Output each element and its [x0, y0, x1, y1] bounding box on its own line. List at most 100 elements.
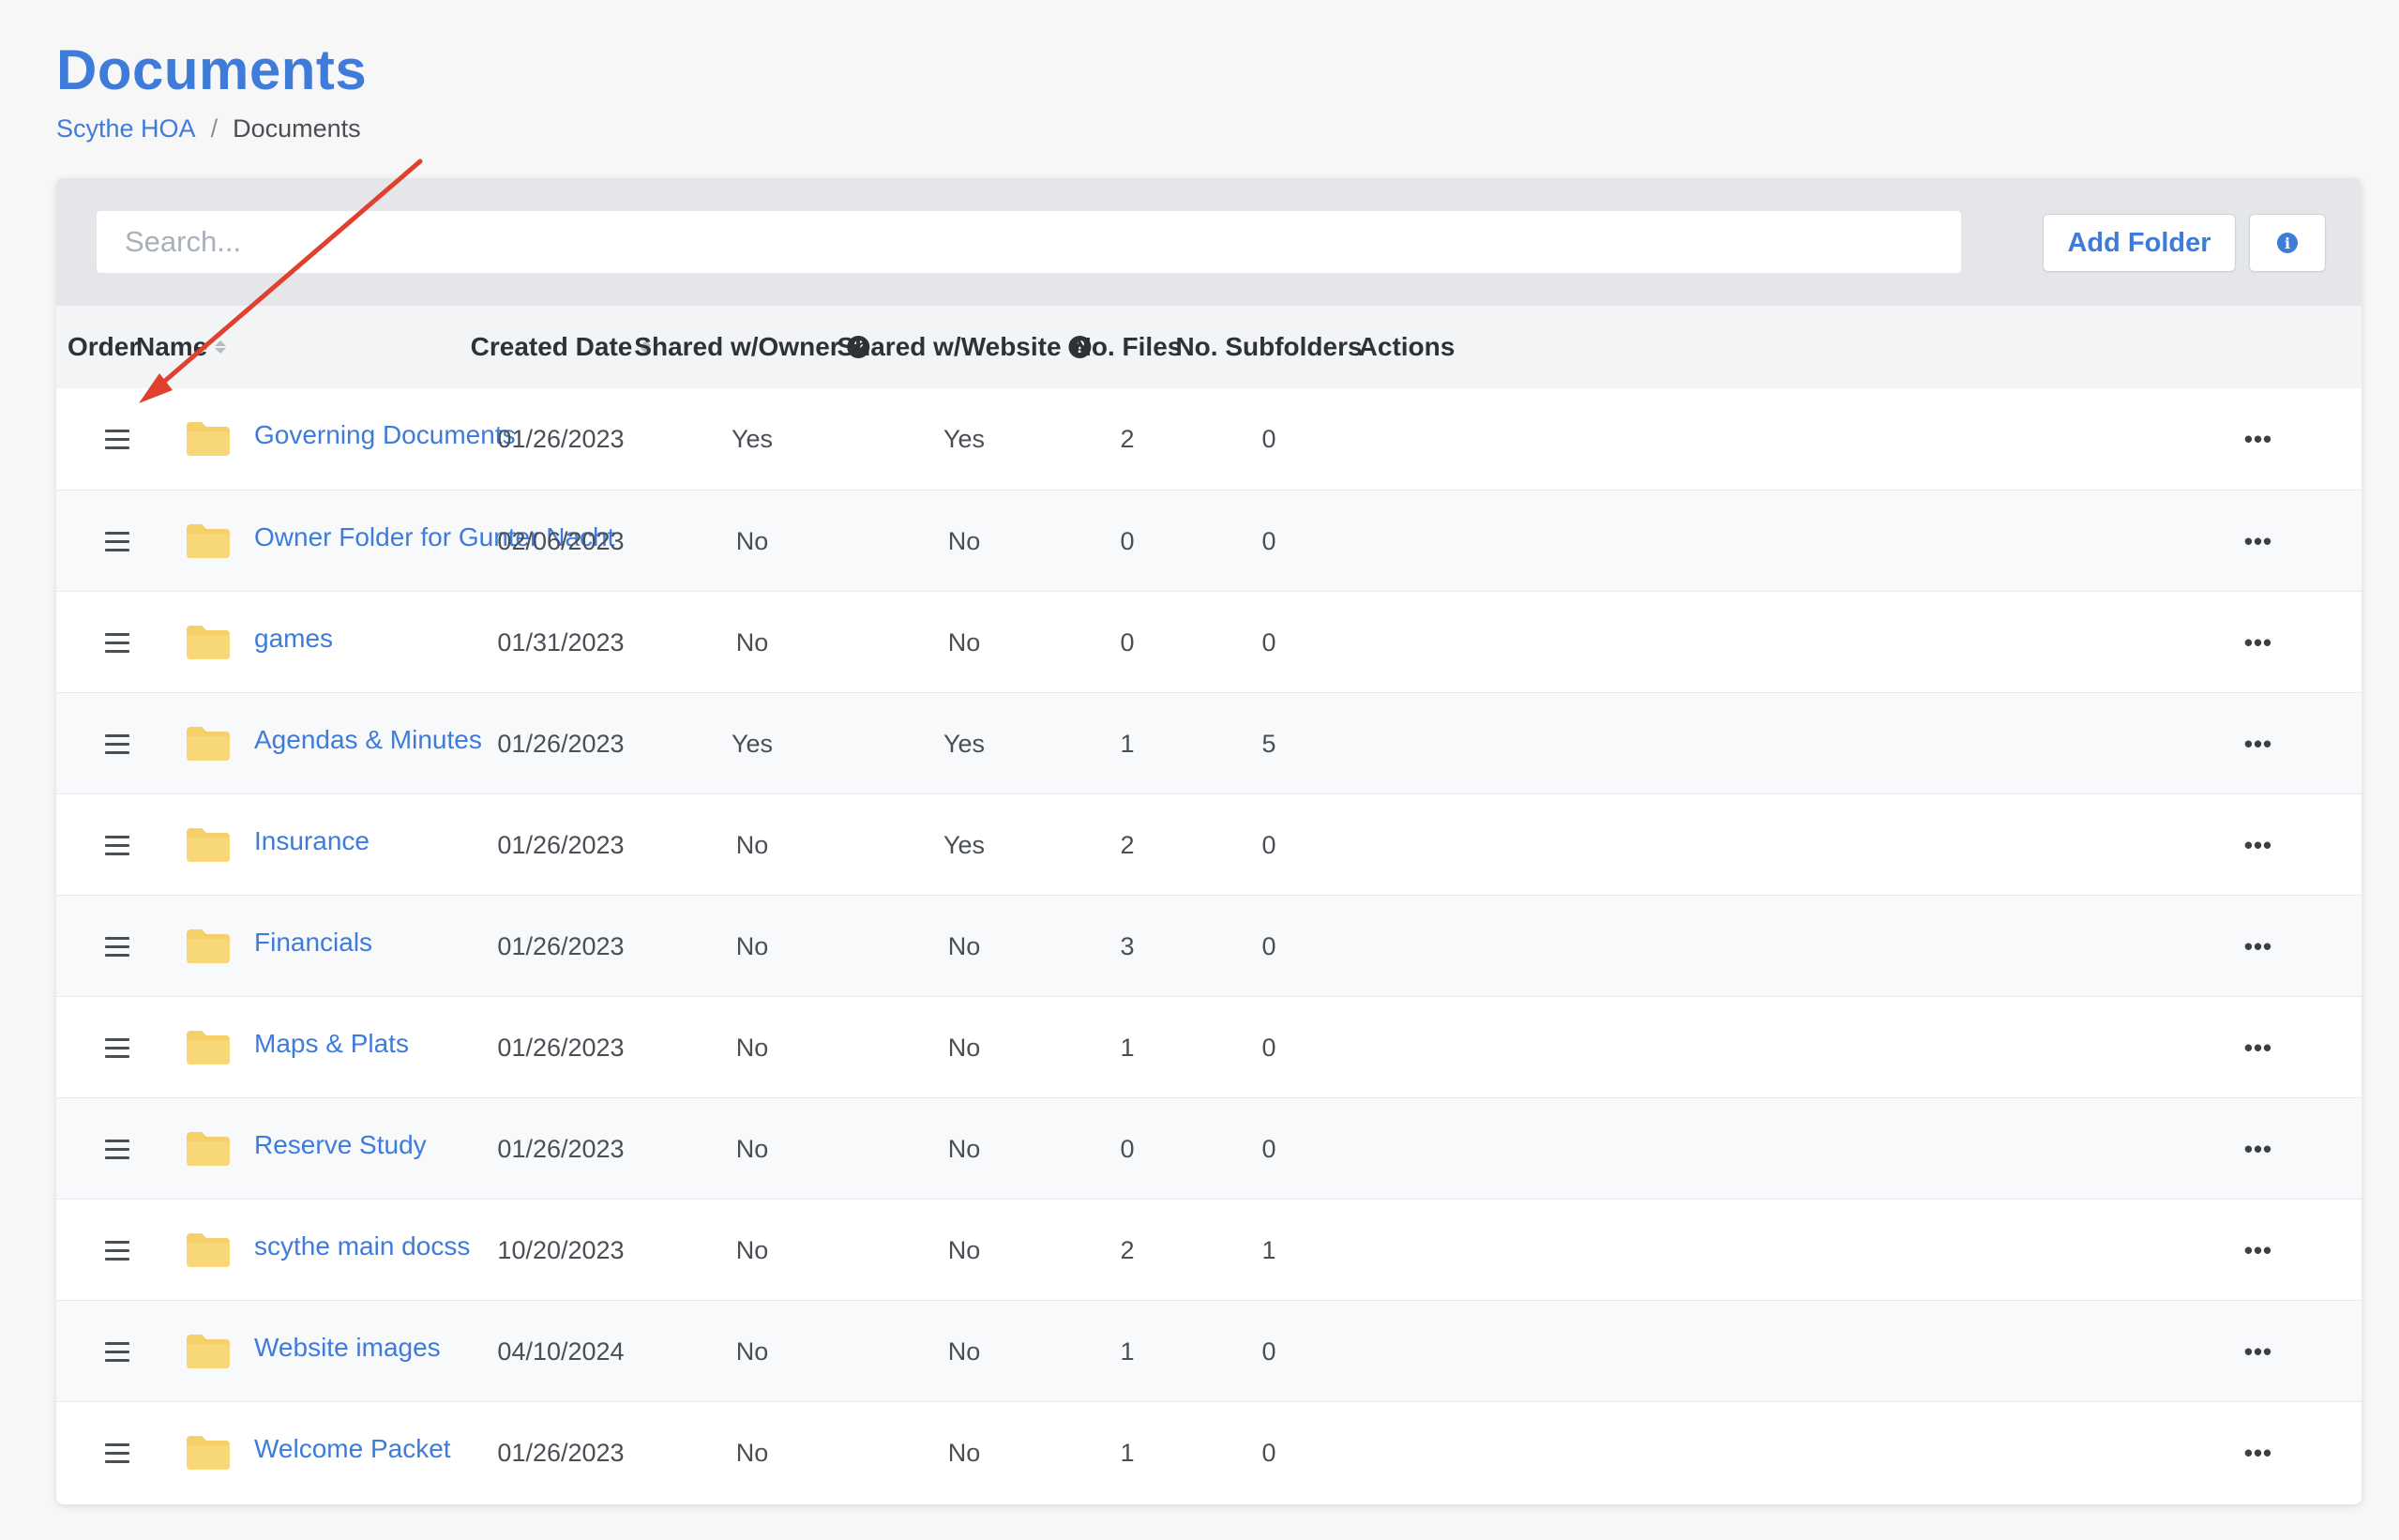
folder-name-link[interactable]: games: [254, 588, 333, 689]
folder-name-link[interactable]: Agendas & Minutes: [254, 689, 482, 791]
info-button[interactable]: i: [2249, 214, 2326, 272]
add-folder-button[interactable]: Add Folder: [2043, 214, 2236, 272]
num-subfolders-cell: 0: [1261, 1438, 1276, 1467]
table-row[interactable]: Owner Folder for Gunter Nacht 02/06/2023 N…: [56, 490, 2361, 591]
folder-icon: [185, 1402, 232, 1503]
folder-name-link[interactable]: scythe main docss: [254, 1196, 470, 1297]
num-files-cell: 0: [1120, 627, 1135, 657]
folder-name-link[interactable]: Governing Documents: [254, 385, 516, 486]
shared-website-cell: No: [947, 1235, 981, 1264]
drag-handle-icon[interactable]: [105, 693, 129, 794]
table-row[interactable]: Reserve Study 01/26/2023 No No 0 0 •••: [56, 1097, 2361, 1199]
folder-icon: [185, 896, 232, 997]
row-actions-menu-icon[interactable]: •••: [2244, 1402, 2272, 1503]
shared-owner-cell: Yes: [731, 424, 774, 453]
shared-owner-cell: Yes: [731, 729, 774, 758]
folder-icon: [185, 997, 232, 1098]
drag-handle-icon[interactable]: [105, 794, 129, 896]
breadcrumb-current: Documents: [233, 114, 361, 143]
created-date-cell: 01/26/2023: [497, 1134, 625, 1163]
folder-icon: [185, 1301, 232, 1402]
shared-website-cell: No: [947, 1033, 981, 1062]
column-header-name[interactable]: Name: [136, 306, 227, 388]
drag-handle-icon[interactable]: [105, 997, 129, 1098]
num-subfolders-cell: 1: [1261, 1235, 1276, 1264]
row-actions-menu-icon[interactable]: •••: [2244, 1301, 2272, 1402]
folder-name-link[interactable]: Maps & Plats: [254, 993, 409, 1095]
column-header-num-subfolders-label: No. Subfolders: [1175, 332, 1363, 361]
folder-name-link[interactable]: Reserve Study: [254, 1095, 427, 1196]
row-actions-menu-icon[interactable]: •••: [2244, 1200, 2272, 1301]
num-files-cell: 1: [1120, 729, 1135, 758]
drag-handle-icon[interactable]: [105, 1301, 129, 1402]
table-row[interactable]: Financials 01/26/2023 No No 3 0 •••: [56, 895, 2361, 996]
num-files-cell: 2: [1120, 830, 1135, 859]
shared-website-cell: No: [947, 627, 981, 657]
documents-toolbar: Add Folder i: [56, 178, 2361, 306]
column-header-shared-owner-label: Shared w/Owner: [634, 332, 840, 361]
folder-icon: [185, 592, 232, 693]
drag-handle-icon[interactable]: [105, 1402, 129, 1503]
column-header-shared-owner: Shared w/Owner ?: [634, 306, 870, 388]
column-header-actions-label: Actions: [1358, 332, 1456, 361]
drag-handle-icon[interactable]: [105, 388, 129, 490]
table-row[interactable]: Agendas & Minutes 01/26/2023 Yes Yes 1 5 •••: [56, 692, 2361, 793]
table-row[interactable]: games 01/31/2023 No No 0 0 •••: [56, 591, 2361, 692]
shared-owner-cell: No: [735, 931, 769, 960]
table-row[interactable]: Insurance 01/26/2023 No Yes 2 0 •••: [56, 793, 2361, 895]
search-input[interactable]: [96, 210, 1962, 274]
row-actions-menu-icon[interactable]: •••: [2244, 693, 2272, 794]
row-actions-menu-icon[interactable]: •••: [2244, 896, 2272, 997]
table-row[interactable]: Maps & Plats 01/26/2023 No No 1 0 •••: [56, 996, 2361, 1097]
table-row[interactable]: Governing Documents 01/26/2023 Yes Yes 2 0 •••: [56, 388, 2361, 490]
num-subfolders-cell: 0: [1261, 627, 1276, 657]
shared-website-cell: No: [947, 1134, 981, 1163]
drag-handle-icon[interactable]: [105, 896, 129, 997]
shared-owner-cell: No: [735, 1235, 769, 1264]
column-header-num-files: No. Files: [1073, 306, 1183, 388]
breadcrumb-root-link[interactable]: Scythe HOA: [56, 114, 196, 143]
num-files-cell: 1: [1120, 1033, 1135, 1062]
num-subfolders-cell: 0: [1261, 1134, 1276, 1163]
shared-owner-cell: No: [735, 830, 769, 859]
shared-owner-cell: No: [735, 1438, 769, 1467]
table-row[interactable]: Website images 04/10/2024 No No 1 0 •••: [56, 1300, 2361, 1401]
folder-name-link[interactable]: Welcome Packet: [254, 1398, 451, 1500]
folder-icon: [185, 693, 232, 794]
row-actions-menu-icon[interactable]: •••: [2244, 1098, 2272, 1200]
num-subfolders-cell: 0: [1261, 424, 1276, 453]
drag-handle-icon[interactable]: [105, 1098, 129, 1200]
page-title: Documents: [56, 38, 368, 101]
folder-name-link[interactable]: Financials: [254, 892, 372, 993]
row-actions-menu-icon[interactable]: •••: [2244, 388, 2272, 490]
drag-handle-icon[interactable]: [105, 592, 129, 693]
info-icon: i: [2277, 233, 2298, 253]
table-row[interactable]: scythe main docss 10/20/2023 No No 2 1 •••: [56, 1199, 2361, 1300]
drag-handle-icon[interactable]: [105, 1200, 129, 1301]
row-actions-menu-icon[interactable]: •••: [2244, 491, 2272, 592]
table-row[interactable]: Welcome Packet 01/26/2023 No No 1 0 •••: [56, 1401, 2361, 1502]
shared-owner-cell: No: [735, 1134, 769, 1163]
num-subfolders-cell: 0: [1261, 931, 1276, 960]
created-date-cell: 01/26/2023: [497, 1033, 625, 1062]
column-header-shared-website-label: Shared w/Website: [837, 332, 1062, 361]
created-date-cell: 01/26/2023: [497, 729, 625, 758]
num-files-cell: 2: [1120, 1235, 1135, 1264]
table-header: Order Name Created Date Shared w/Owner ?…: [56, 306, 2361, 388]
column-header-order: Order: [68, 306, 139, 388]
row-actions-menu-icon[interactable]: •••: [2244, 592, 2272, 693]
column-header-created-date[interactable]: Created Date: [471, 306, 652, 388]
shared-website-cell: Yes: [943, 424, 986, 453]
folder-icon: [185, 491, 232, 592]
folder-name-link[interactable]: Insurance: [254, 791, 370, 892]
shared-owner-cell: No: [735, 1033, 769, 1062]
sort-icon: [215, 340, 227, 354]
breadcrumb-separator: /: [210, 114, 219, 143]
created-date-cell: 04/10/2024: [497, 1336, 625, 1366]
drag-handle-icon[interactable]: [105, 491, 129, 592]
num-files-cell: 3: [1120, 931, 1135, 960]
column-header-shared-website: Shared w/Website ?: [837, 306, 1092, 388]
row-actions-menu-icon[interactable]: •••: [2244, 997, 2272, 1098]
folder-name-link[interactable]: Website images: [254, 1297, 441, 1398]
row-actions-menu-icon[interactable]: •••: [2244, 794, 2272, 896]
